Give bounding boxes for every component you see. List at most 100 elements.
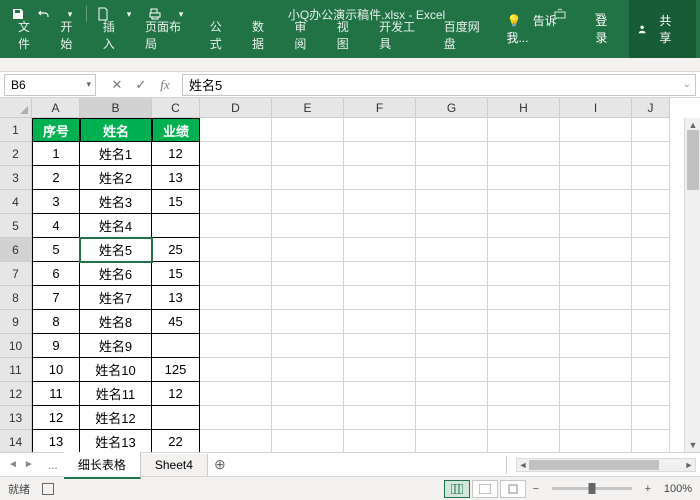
cell-G9[interactable] <box>416 310 488 334</box>
sheet-prev-icon[interactable]: ◄ <box>8 459 18 470</box>
cell-E14[interactable] <box>272 430 344 452</box>
add-sheet-button[interactable]: ⊕ <box>208 456 232 473</box>
cell-F13[interactable] <box>344 406 416 430</box>
cell-I8[interactable] <box>560 286 632 310</box>
cell-E12[interactable] <box>272 382 344 406</box>
cell-E11[interactable] <box>272 358 344 382</box>
cell-H13[interactable] <box>488 406 560 430</box>
col-header-B[interactable]: B <box>80 98 152 118</box>
cell-D2[interactable] <box>200 142 272 166</box>
cell-empty[interactable] <box>632 118 670 142</box>
cell-I10[interactable] <box>560 334 632 358</box>
cell-G13[interactable] <box>416 406 488 430</box>
cell-A5[interactable]: 4 <box>32 214 80 238</box>
cell-A7[interactable]: 6 <box>32 262 80 286</box>
cell-B12[interactable]: 姓名11 <box>80 382 152 406</box>
cell-E8[interactable] <box>272 286 344 310</box>
cell-C14[interactable]: 22 <box>152 430 200 452</box>
cell-A3[interactable]: 2 <box>32 166 80 190</box>
row-header-1[interactable]: 1 <box>0 118 32 142</box>
cell-A2[interactable]: 1 <box>32 142 80 166</box>
row-header-2[interactable]: 2 <box>0 142 32 166</box>
cell-A8[interactable]: 7 <box>32 286 80 310</box>
cell-C5[interactable] <box>152 214 200 238</box>
cell-A12[interactable]: 11 <box>32 382 80 406</box>
tab-layout[interactable]: 页面布局 <box>135 12 200 58</box>
normal-view-icon[interactable] <box>444 480 470 498</box>
cell-F2[interactable] <box>344 142 416 166</box>
cell-H2[interactable] <box>488 142 560 166</box>
cell-G7[interactable] <box>416 262 488 286</box>
cell-empty[interactable] <box>416 118 488 142</box>
cell-H11[interactable] <box>488 358 560 382</box>
cell-J12[interactable] <box>632 382 670 406</box>
cell-H8[interactable] <box>488 286 560 310</box>
cell-I5[interactable] <box>560 214 632 238</box>
cell-J9[interactable] <box>632 310 670 334</box>
cell-D6[interactable] <box>200 238 272 262</box>
cell-G3[interactable] <box>416 166 488 190</box>
cell-C12[interactable]: 12 <box>152 382 200 406</box>
cell-G4[interactable] <box>416 190 488 214</box>
cell-G10[interactable] <box>416 334 488 358</box>
cell-empty[interactable] <box>344 118 416 142</box>
cell-G8[interactable] <box>416 286 488 310</box>
cell-C10[interactable] <box>152 334 200 358</box>
cell-A6[interactable]: 5 <box>32 238 80 262</box>
cell-A11[interactable]: 10 <box>32 358 80 382</box>
cell-E13[interactable] <box>272 406 344 430</box>
cell-E2[interactable] <box>272 142 344 166</box>
cell-J3[interactable] <box>632 166 670 190</box>
cell-D11[interactable] <box>200 358 272 382</box>
cell-J13[interactable] <box>632 406 670 430</box>
cell-I6[interactable] <box>560 238 632 262</box>
cell-F12[interactable] <box>344 382 416 406</box>
cell-D9[interactable] <box>200 310 272 334</box>
cell-G2[interactable] <box>416 142 488 166</box>
cell-B11[interactable]: 姓名10 <box>80 358 152 382</box>
cell-H12[interactable] <box>488 382 560 406</box>
select-all-corner[interactable] <box>0 98 32 118</box>
cell-B8[interactable]: 姓名7 <box>80 286 152 310</box>
cell-D12[interactable] <box>200 382 272 406</box>
zoom-out-button[interactable]: − <box>528 483 544 495</box>
macro-record-icon[interactable] <box>42 483 54 495</box>
row-header-12[interactable]: 12 <box>0 382 32 406</box>
col-header-A[interactable]: A <box>32 98 80 118</box>
cell-I2[interactable] <box>560 142 632 166</box>
cell-C7[interactable]: 15 <box>152 262 200 286</box>
cell-I4[interactable] <box>560 190 632 214</box>
cell-H6[interactable] <box>488 238 560 262</box>
cell-H3[interactable] <box>488 166 560 190</box>
cell-J4[interactable] <box>632 190 670 214</box>
cell-E9[interactable] <box>272 310 344 334</box>
cell-J5[interactable] <box>632 214 670 238</box>
col-header-G[interactable]: G <box>416 98 488 118</box>
tab-home[interactable]: 开始 <box>50 12 92 58</box>
row-header-6[interactable]: 6 <box>0 238 32 262</box>
cell-I13[interactable] <box>560 406 632 430</box>
cell-F8[interactable] <box>344 286 416 310</box>
vscroll-thumb[interactable] <box>687 130 699 190</box>
cell-F9[interactable] <box>344 310 416 334</box>
cell-G11[interactable] <box>416 358 488 382</box>
cell-B5[interactable]: 姓名4 <box>80 214 152 238</box>
col-header-I[interactable]: I <box>560 98 632 118</box>
cell-C11[interactable]: 125 <box>152 358 200 382</box>
cell-B2[interactable]: 姓名1 <box>80 142 152 166</box>
row-header-11[interactable]: 11 <box>0 358 32 382</box>
cell-empty[interactable] <box>272 118 344 142</box>
cell-D13[interactable] <box>200 406 272 430</box>
row-header-3[interactable]: 3 <box>0 166 32 190</box>
cell-B3[interactable]: 姓名2 <box>80 166 152 190</box>
cell-B4[interactable]: 姓名3 <box>80 190 152 214</box>
cell-F6[interactable] <box>344 238 416 262</box>
page-layout-view-icon[interactable] <box>472 480 498 498</box>
cell-F4[interactable] <box>344 190 416 214</box>
cell-H14[interactable] <box>488 430 560 452</box>
tab-file[interactable]: 文件 <box>8 12 50 58</box>
hscroll-right-icon[interactable]: ► <box>683 460 695 470</box>
tab-review[interactable]: 审阅 <box>284 12 326 58</box>
scroll-down-icon[interactable]: ▼ <box>685 438 700 452</box>
cell-G14[interactable] <box>416 430 488 452</box>
